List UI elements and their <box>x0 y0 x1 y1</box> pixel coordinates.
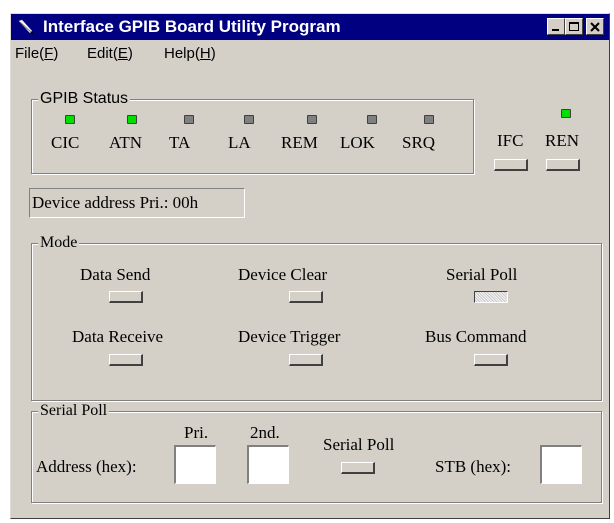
second-address-input[interactable] <box>247 445 289 484</box>
menu-edit[interactable]: Edit(E) <box>87 45 133 62</box>
address-hex-label: Address (hex): <box>36 457 137 476</box>
mode-button-data-send[interactable] <box>109 291 143 303</box>
mode-button-bus-command[interactable] <box>474 354 508 366</box>
mode-button-device-clear[interactable] <box>289 291 323 303</box>
mode-label-data-receive: Data Receive <box>72 327 164 346</box>
ifc-button[interactable] <box>494 159 528 171</box>
mode-group: Mode Data Send Device Clear Serial Poll Dat… <box>31 234 602 401</box>
close-icon <box>590 22 600 32</box>
serial-poll-group: Serial Poll Address (hex): Pri. 2nd. Ser… <box>31 402 602 503</box>
status-led-atn <box>127 115 137 124</box>
second-address-label: 2nd. <box>250 423 280 442</box>
ren-indicator-led <box>561 109 571 118</box>
minimize-icon <box>552 29 559 31</box>
status-led-lok <box>367 115 377 124</box>
serial-poll-title: Serial Poll <box>38 402 110 420</box>
app-icon <box>18 19 34 35</box>
status-led-srq <box>424 115 434 124</box>
mode-label-serial-poll: Serial Poll <box>446 265 518 284</box>
status-label-lok: LOK <box>340 133 375 152</box>
gpib-status-group: GPIB Status CIC ATN TA LA REM LOK SRQ <box>31 90 474 174</box>
status-label-cic: CIC <box>51 133 80 152</box>
mode-label-bus-command: Bus Command <box>425 327 527 346</box>
mode-label-device-clear: Device Clear <box>238 265 328 284</box>
status-label-ta: TA <box>169 133 191 152</box>
maximize-button[interactable] <box>565 18 583 35</box>
stb-hex-label: STB (hex): <box>435 457 512 476</box>
status-label-atn: ATN <box>109 133 143 152</box>
ren-label: REN <box>545 131 579 150</box>
ifc-label: IFC <box>497 131 524 150</box>
window-title: Interface GPIB Board Utility Program <box>43 17 341 36</box>
device-address-panel: Device address Pri.: 00h <box>29 188 245 218</box>
serial-poll-exec-button[interactable] <box>341 462 375 474</box>
title-bar[interactable]: Interface GPIB Board Utility Program <box>11 14 609 40</box>
pri-address-input[interactable] <box>174 445 216 484</box>
main-window: Interface GPIB Board Utility Program Fil… <box>10 13 610 519</box>
mode-title: Mode <box>38 234 80 252</box>
ren-button[interactable] <box>546 159 580 171</box>
status-led-la <box>244 115 254 124</box>
mode-label-device-trigger: Device Trigger <box>238 327 341 346</box>
menu-file[interactable]: File(F) <box>15 45 58 62</box>
status-label-srq: SRQ <box>402 133 436 152</box>
status-led-ta <box>184 115 194 124</box>
menu-help[interactable]: Help(H) <box>164 45 216 62</box>
mode-label-data-send: Data Send <box>80 265 151 284</box>
status-label-rem: REM <box>281 133 318 152</box>
maximize-icon <box>569 22 579 31</box>
mode-button-data-receive[interactable] <box>109 354 143 366</box>
stb-value-field <box>540 445 582 484</box>
minimize-button[interactable] <box>547 18 565 35</box>
gpib-status-title: GPIB Status <box>38 90 131 108</box>
mode-button-device-trigger[interactable] <box>289 354 323 366</box>
mode-button-serial-poll[interactable] <box>474 291 508 303</box>
status-label-la: LA <box>228 133 251 152</box>
serial-poll-exec-label: Serial Poll <box>323 435 395 454</box>
pri-label: Pri. <box>184 423 209 442</box>
status-led-cic <box>65 115 75 124</box>
status-led-rem <box>307 115 317 124</box>
close-button[interactable] <box>586 18 604 35</box>
device-address-text: Device address Pri.: 00h <box>32 193 199 212</box>
